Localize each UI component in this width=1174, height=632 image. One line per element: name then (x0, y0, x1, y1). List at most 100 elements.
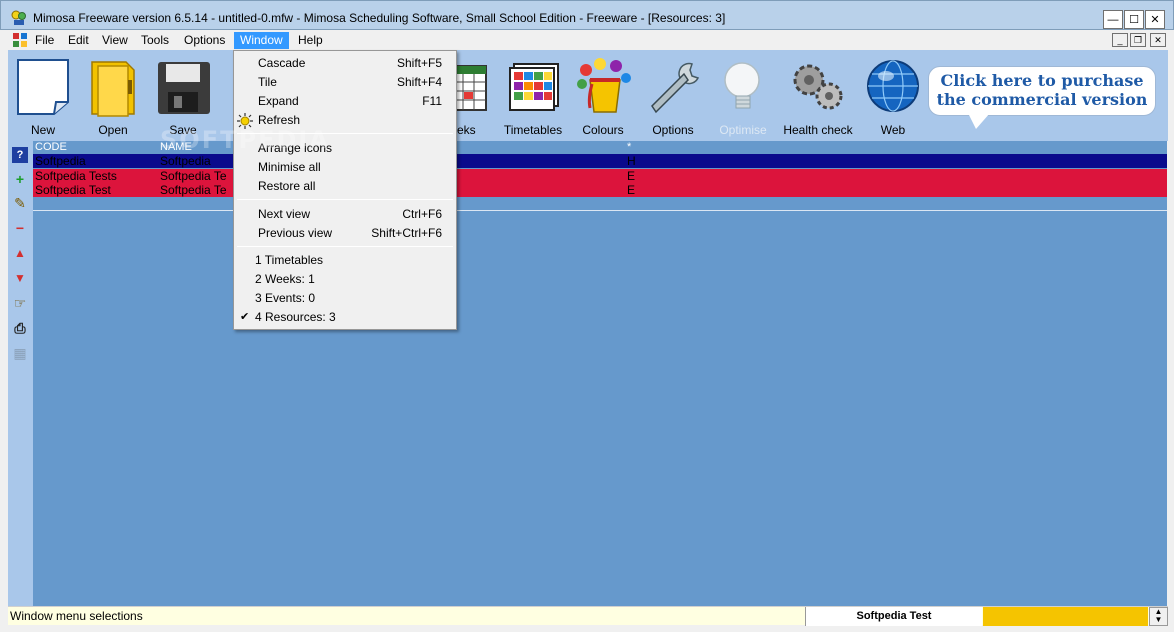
menu-edit[interactable]: Edit (62, 32, 95, 49)
row-name: Softpedia (160, 154, 211, 168)
menu-item-shortcut: Shift+F4 (396, 75, 442, 89)
purchase-callout[interactable]: Click here to purchase the commercial ve… (928, 66, 1156, 116)
menu-tools[interactable]: Tools (135, 32, 175, 49)
close-button[interactable]: ✕ (1145, 10, 1165, 29)
row-name: Softpedia Te (160, 169, 227, 183)
mdi-close-button[interactable]: ✕ (1150, 33, 1166, 47)
menu-item-window-resources[interactable]: ✔ 4 Resources: 3 (234, 308, 456, 327)
side-toolbar: ? + ✎ − ▲ ▼ ☞ ⎙ ▦ (8, 141, 33, 606)
refresh-sun-icon (237, 113, 253, 129)
menu-item-expand[interactable]: Expand F11 (234, 92, 456, 111)
add-icon[interactable]: + (12, 171, 28, 187)
header-code[interactable]: CODE (35, 141, 67, 154)
menu-item-shortcut: Shift+F5 (396, 56, 442, 70)
toolbar-save-button[interactable]: Save (148, 50, 218, 141)
menu-item-previous-view[interactable]: Previous view Shift+Ctrl+F6 (234, 224, 456, 243)
menu-help[interactable]: Help (292, 32, 329, 49)
menu-item-label: Previous view (258, 226, 333, 240)
mdi-minimize-icon: _ (1117, 35, 1123, 45)
title-bar: Mimosa Freeware version 6.5.14 - untitle… (0, 0, 1174, 30)
paint-bucket-icon (577, 58, 631, 113)
floppy-disk-icon (158, 62, 210, 114)
spin-down-icon[interactable]: ▼ (1150, 616, 1167, 624)
close-icon: ✕ (1150, 14, 1160, 26)
menu-item-arrange-icons[interactable]: Arrange icons (234, 139, 456, 158)
menu-item-tile[interactable]: Tile Shift+F4 (234, 73, 456, 92)
header-extra[interactable]: * (627, 141, 631, 154)
mdi-minimize-button[interactable]: _ (1112, 33, 1128, 47)
menu-item-minimise-all[interactable]: Minimise all (234, 158, 456, 177)
table-row[interactable]: Softpedia Test Softpedia Te E (33, 183, 1167, 197)
mdi-restore-icon: ❐ (1133, 34, 1143, 45)
row-extra: H (627, 154, 636, 168)
menu-item-label: 1 Timetables (255, 253, 324, 267)
toolbar-health-check-button[interactable]: Health check (783, 50, 853, 141)
table-row[interactable]: Softpedia Softpedia H (33, 154, 1167, 168)
menu-item-shortcut: Shift+Ctrl+F6 (371, 226, 442, 240)
menu-item-shortcut: F11 (422, 94, 442, 108)
mdi-close-icon: ✕ (1154, 34, 1162, 45)
maximize-button[interactable]: ☐ (1124, 10, 1144, 29)
minimize-icon: — (1107, 13, 1119, 26)
window-menu-dropdown: Cascade Shift+F5 Tile Shift+F4 Expand F1… (233, 50, 457, 330)
globe-icon (867, 60, 919, 112)
help-icon[interactable]: ? (12, 147, 28, 163)
move-down-icon[interactable]: ▼ (12, 270, 28, 286)
callout-tail (968, 113, 990, 129)
new-document-icon (17, 59, 69, 115)
maximize-icon: ☐ (1129, 14, 1139, 26)
menu-item-window-events[interactable]: 3 Events: 0 (234, 289, 456, 308)
row-name: Softpedia Te (160, 183, 227, 197)
row-extra: E (627, 183, 636, 197)
status-current-name: Softpedia Test (805, 607, 982, 626)
status-spinner[interactable]: ▲ ▼ (1149, 607, 1168, 626)
menu-item-next-view[interactable]: Next view Ctrl+F6 (234, 205, 456, 224)
grid-divider (33, 210, 1167, 211)
row-extra: E (627, 169, 636, 183)
purchase-line-2: the commercial version (936, 90, 1148, 109)
menu-item-label: 3 Events: 0 (255, 291, 316, 305)
menu-item-window-timetables[interactable]: 1 Timetables (234, 251, 456, 270)
mdi-restore-button[interactable]: ❐ (1130, 33, 1146, 47)
minimize-button[interactable]: — (1103, 10, 1123, 29)
toolbar-web-label: Web (880, 123, 906, 137)
edit-pencil-icon[interactable]: ✎ (12, 195, 28, 211)
menu-item-label: Next view (258, 207, 311, 221)
grid-icon[interactable]: ▦ (12, 345, 28, 361)
menu-view[interactable]: View (96, 32, 134, 49)
mimosa-app-icon[interactable] (10, 10, 28, 26)
menu-item-refresh[interactable]: Refresh (234, 111, 456, 130)
menu-item-label: Expand (258, 94, 299, 108)
menu-options[interactable]: Options (178, 32, 231, 49)
document-system-icon[interactable] (12, 32, 28, 48)
menu-file[interactable]: File (29, 32, 60, 49)
menu-item-label: 2 Weeks: 1 (255, 272, 315, 286)
gears-icon (793, 64, 843, 110)
menu-item-label: Cascade (258, 56, 306, 70)
menu-item-window-weeks[interactable]: 2 Weeks: 1 (234, 270, 456, 289)
resources-grid: CODE NAME * Softpedia Softpedia H Softpe… (33, 141, 1167, 606)
menu-bar: File Edit View Tools Options Window Help… (8, 30, 1168, 50)
menu-separator (237, 246, 453, 247)
table-row[interactable]: Softpedia Tests Softpedia Te E (33, 169, 1167, 183)
light-bulb-icon (724, 62, 760, 109)
menu-item-restore-all[interactable]: Restore all (234, 177, 456, 196)
header-name[interactable]: NAME (160, 141, 192, 154)
toolbar-web-button[interactable]: Web (858, 50, 928, 141)
status-bar: Window menu selections Softpedia Test ▲ … (8, 606, 1168, 626)
print-icon[interactable]: ⎙ (12, 320, 28, 336)
toolbar-optimise-button[interactable]: Optimise (708, 50, 778, 141)
remove-icon[interactable]: − (12, 220, 28, 236)
assign-icon[interactable]: ☞ (12, 295, 28, 311)
menu-window[interactable]: Window (234, 32, 289, 49)
menu-item-cascade[interactable]: Cascade Shift+F5 (234, 54, 456, 73)
toolbar-save-label: Save (169, 123, 197, 137)
menu-item-label: Tile (258, 75, 277, 89)
menu-item-label: 4 Resources: 3 (255, 310, 336, 324)
wrench-icon (651, 62, 700, 114)
menu-item-label: Arrange icons (258, 141, 333, 155)
move-up-icon[interactable]: ▲ (12, 245, 28, 261)
grid-header: CODE NAME * (33, 141, 1167, 154)
status-progress-bar (983, 607, 1148, 626)
menu-separator (237, 199, 453, 200)
